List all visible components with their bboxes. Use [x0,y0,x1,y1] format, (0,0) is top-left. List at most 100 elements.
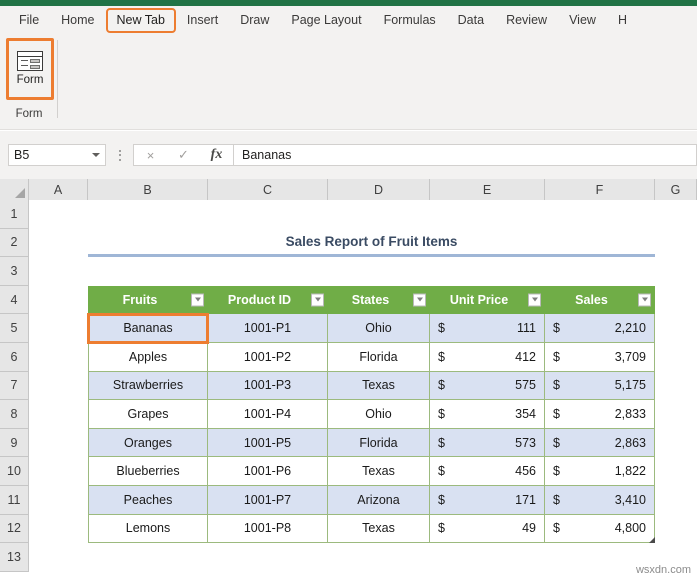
cell-product_id[interactable]: 1001-P3 [208,371,328,401]
row-header-3[interactable]: 3 [0,257,29,286]
cell-sales[interactable]: $2,833 [545,400,655,429]
column-header-B[interactable]: B [88,179,208,200]
cell-value: 575 [515,378,536,393]
ribbon-tab-h[interactable]: H [607,8,638,33]
cell-value: 354 [515,406,536,421]
cell-sales[interactable]: $2,863 [545,428,655,458]
cell-sales[interactable]: $2,210 [545,314,655,343]
row-header-5[interactable]: 5 [0,314,29,343]
cancel-icon[interactable]: × [134,145,167,165]
cell-unit_price[interactable]: $575 [430,371,545,401]
cell-unit_price[interactable]: $354 [430,400,545,429]
cell-product_id[interactable]: 1001-P7 [208,485,328,515]
ribbon-tab-view[interactable]: View [558,8,607,33]
cell-sales[interactable]: $3,709 [545,342,655,372]
filter-dropdown-icon[interactable] [311,293,324,307]
ribbon-tab-formulas[interactable]: Formulas [373,8,447,33]
cell-state[interactable]: Ohio [328,314,430,343]
cell-value: 1001-P7 [243,492,292,507]
row-header-9[interactable]: 9 [0,428,29,458]
cell-state[interactable]: Arizona [328,485,430,515]
cell-fruit[interactable]: Peaches [88,485,208,515]
confirm-icon[interactable]: ✓ [167,145,200,165]
table-resize-handle[interactable] [649,537,655,544]
row-header-4[interactable]: 4 [0,285,29,315]
cell-unit_price[interactable]: $171 [430,485,545,515]
ribbon-tab-home[interactable]: Home [50,8,105,33]
row-header-6[interactable]: 6 [0,342,29,372]
cell-product_id[interactable]: 1001-P6 [208,457,328,486]
ribbon-tab-draw[interactable]: Draw [229,8,280,33]
cell-state[interactable]: Ohio [328,400,430,429]
column-header-C[interactable]: C [208,179,328,200]
row-header-1[interactable]: 1 [0,200,29,229]
cell-unit_price[interactable]: $573 [430,428,545,458]
cell-unit_price[interactable]: $111 [430,314,545,343]
cell-sales[interactable]: $1,822 [545,457,655,486]
cell-product_id[interactable]: 1001-P8 [208,514,328,544]
row-header-11[interactable]: 11 [0,485,29,515]
cell-unit_price[interactable]: $456 [430,457,545,486]
cell-unit_price[interactable]: $49 [430,514,545,544]
select-all-corner[interactable] [0,179,29,200]
filter-dropdown-icon[interactable] [638,293,651,307]
row-header-13[interactable]: 13 [0,543,29,572]
ribbon-tab-file[interactable]: File [8,8,50,33]
ribbon-tab-insert[interactable]: Insert [176,8,229,33]
cell-state[interactable]: Texas [328,457,430,486]
filter-dropdown-icon[interactable] [413,293,426,307]
cell-fruit[interactable]: Lemons [88,514,208,544]
table-row: Peaches 1001-P7 Arizona $171 $3,410 [88,485,655,515]
table-row: Apples 1001-P2 Florida $412 $3,709 [88,342,655,372]
cell-fruit[interactable]: Strawberries [88,371,208,401]
row-header-2[interactable]: 2 [0,228,29,258]
cell-product_id[interactable]: 1001-P5 [208,428,328,458]
cell-product_id[interactable]: 1001-P2 [208,342,328,372]
cell-value: 2,833 [614,406,646,421]
ribbon-group-form: Form Form [0,34,58,130]
cell-sales[interactable]: $3,410 [545,485,655,515]
ribbon-tab-new-tab[interactable]: New Tab [105,7,176,33]
cell-value: Strawberries [112,378,184,393]
column-header-F[interactable]: F [545,179,655,200]
cell-state[interactable]: Texas [328,371,430,401]
cell-value: Texas [362,378,395,393]
form-button[interactable]: Form [6,38,54,100]
cell-fruit[interactable]: Blueberries [88,457,208,486]
row-header-7[interactable]: 7 [0,371,29,401]
cell-sales[interactable]: $5,175 [545,371,655,401]
column-header-G[interactable]: G [655,179,697,200]
name-box[interactable]: B5 [8,144,106,166]
formula-bar-more-icon[interactable] [115,144,125,166]
cell-value: 3,410 [614,492,646,507]
row-header-12[interactable]: 12 [0,514,29,544]
cell-fruit[interactable]: Oranges [88,428,208,458]
ribbon-tab-review[interactable]: Review [495,8,558,33]
cell-fruit[interactable]: Apples [88,342,208,372]
cell-value: Arizona [357,492,400,507]
row-header-10[interactable]: 10 [0,457,29,486]
column-header-D[interactable]: D [328,179,430,200]
table-header-label: Product ID [227,292,292,307]
filter-dropdown-icon[interactable] [528,293,541,307]
cell-state[interactable]: Texas [328,514,430,544]
formula-input[interactable]: Bananas [234,144,697,166]
column-header-A[interactable]: A [29,179,88,200]
cell-state[interactable]: Florida [328,342,430,372]
column-header-E[interactable]: E [430,179,545,200]
cell-fruit[interactable]: Grapes [88,400,208,429]
cell-value: 412 [515,349,536,364]
cell-product_id[interactable]: 1001-P4 [208,400,328,429]
chevron-down-icon[interactable] [92,153,100,157]
ribbon-tab-page-layout[interactable]: Page Layout [280,8,372,33]
row-header-8[interactable]: 8 [0,400,29,429]
ribbon-tab-data[interactable]: Data [447,8,495,33]
insert-function-icon[interactable]: fx [200,145,233,165]
cell-state[interactable]: Florida [328,428,430,458]
cell-fruit[interactable]: Bananas [88,314,208,343]
cell-product_id[interactable]: 1001-P1 [208,314,328,343]
filter-dropdown-icon[interactable] [191,293,204,307]
cell-unit_price[interactable]: $412 [430,342,545,372]
cell-value: Bananas [123,321,173,336]
cell-sales[interactable]: $4,800 [545,514,655,544]
